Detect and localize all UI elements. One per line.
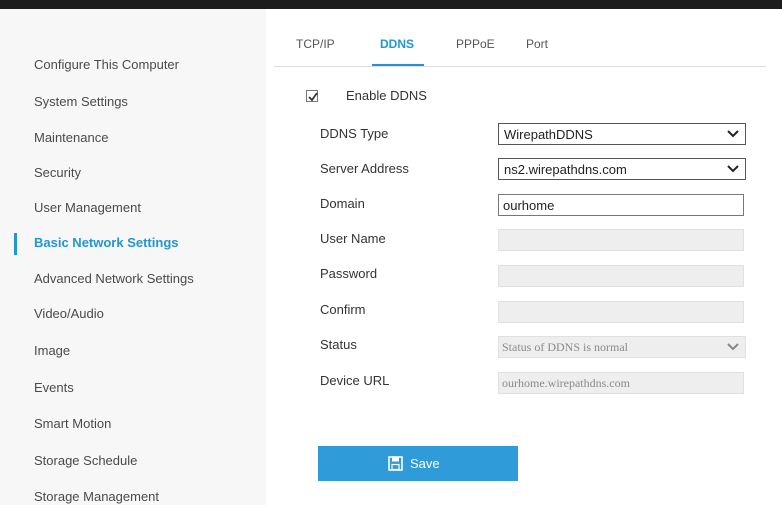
- confirm-label: Confirm: [320, 302, 366, 317]
- sidebar-item-maintenance[interactable]: Maintenance: [0, 123, 266, 153]
- sidebar-item-smart-motion[interactable]: Smart Motion: [0, 409, 266, 439]
- status-select[interactable]: Status of DDNS is normal: [498, 336, 746, 358]
- device-url-value: ourhome.wirepathdns.com: [502, 376, 630, 390]
- ddns-type-label: DDNS Type: [320, 126, 389, 141]
- sidebar-item-security[interactable]: Security: [0, 158, 266, 188]
- status-value: Status of DDNS is normal: [502, 340, 628, 354]
- server-address-select[interactable]: ns2.wirepathdns.com: [498, 158, 746, 180]
- domain-label: Domain: [320, 196, 365, 211]
- domain-input[interactable]: [498, 194, 744, 216]
- tab-tcpip[interactable]: TCP/IP: [296, 37, 335, 51]
- sidebar-item-advanced-network-settings[interactable]: Advanced Network Settings: [0, 264, 266, 294]
- tab-bar: TCP/IP DDNS PPPoE Port: [266, 9, 766, 67]
- sidebar-item-events[interactable]: Events: [0, 373, 266, 403]
- ddns-type-select[interactable]: WirepathDDNS: [498, 123, 746, 145]
- sidebar-item-system-settings[interactable]: System Settings: [0, 87, 266, 117]
- tab-ddns[interactable]: DDNS: [380, 37, 414, 51]
- checkmark-icon: [308, 92, 318, 102]
- tab-divider: [274, 66, 766, 67]
- password-input[interactable]: [498, 265, 744, 287]
- tab-port[interactable]: Port: [526, 37, 548, 51]
- enable-ddns-label: Enable DDNS: [346, 88, 427, 103]
- password-label: Password: [320, 266, 378, 281]
- server-address-value: ns2.wirepathdns.com: [504, 162, 627, 177]
- enable-ddns-checkbox[interactable]: [306, 90, 318, 102]
- floppy-disk-icon: [388, 456, 403, 471]
- sidebar-item-storage-schedule[interactable]: Storage Schedule: [0, 446, 266, 476]
- sidebar-item-storage-management[interactable]: Storage Management: [0, 482, 266, 512]
- user-name-label: User Name: [320, 231, 386, 246]
- sidebar-item-basic-network-settings[interactable]: Basic Network Settings: [0, 228, 266, 258]
- main-content: TCP/IP DDNS PPPoE Port Enable DDNS DDNS …: [266, 9, 782, 505]
- sidebar-nav: Configure This Computer System Settings …: [0, 9, 266, 505]
- save-button[interactable]: Save: [318, 446, 518, 481]
- sidebar-item-configure-this-computer[interactable]: Configure This Computer: [0, 50, 266, 80]
- chevron-down-icon: [727, 130, 739, 138]
- tab-pppoe[interactable]: PPPoE: [456, 37, 495, 51]
- user-name-input[interactable]: [498, 229, 744, 251]
- chevron-down-icon: [727, 165, 739, 173]
- sidebar-item-user-management[interactable]: User Management: [0, 193, 266, 223]
- confirm-input[interactable]: [498, 301, 744, 323]
- sidebar-item-video-audio[interactable]: Video/Audio: [0, 299, 266, 329]
- status-label: Status: [320, 337, 357, 352]
- server-address-label: Server Address: [320, 161, 409, 176]
- top-bar: [0, 0, 782, 9]
- device-url-label: Device URL: [320, 373, 390, 388]
- ddns-type-value: WirepathDDNS: [504, 127, 593, 142]
- save-button-label: Save: [410, 456, 440, 471]
- device-url-input[interactable]: ourhome.wirepathdns.com: [498, 372, 744, 394]
- sidebar-item-image[interactable]: Image: [0, 336, 266, 366]
- chevron-down-icon: [727, 343, 739, 351]
